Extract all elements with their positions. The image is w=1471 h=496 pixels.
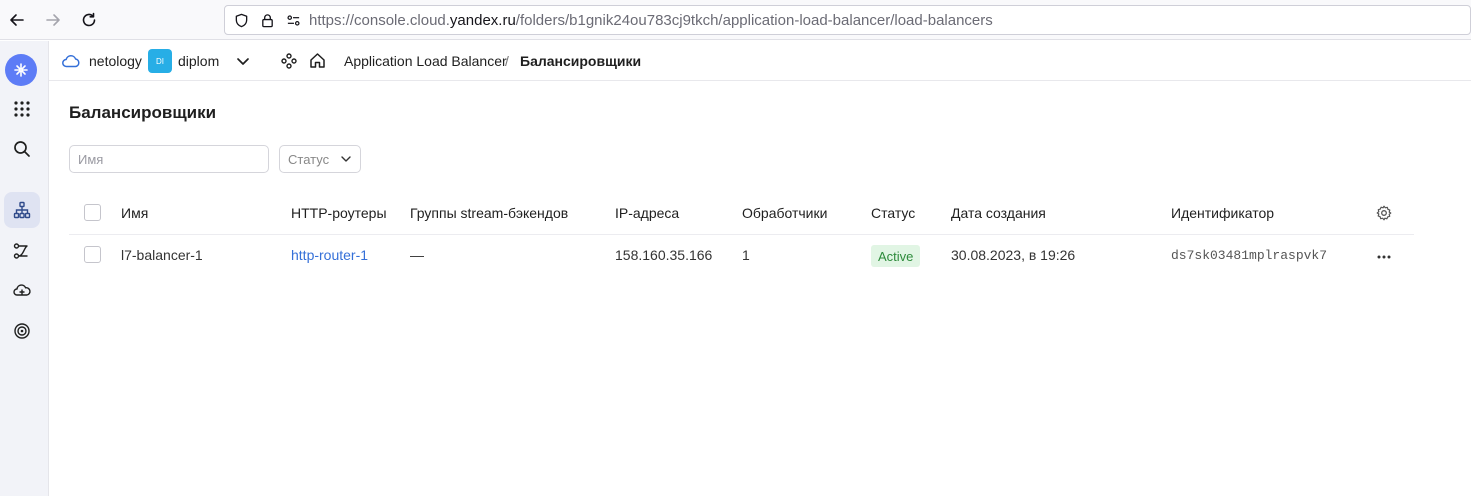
- all-services-button[interactable]: [4, 91, 40, 127]
- home-icon[interactable]: [309, 52, 326, 69]
- backends-icon: [13, 284, 31, 296]
- url-prefix: https://console.cloud.: [309, 11, 450, 29]
- cell-http-router-link[interactable]: http-router-1: [291, 247, 368, 263]
- cell-id[interactable]: ds7sk03481mplraspvk7: [1171, 248, 1327, 263]
- column-header-listeners[interactable]: Обработчики: [742, 205, 827, 221]
- folder-avatar: DI: [148, 49, 172, 73]
- permissions-icon[interactable]: [283, 10, 303, 30]
- page-title: Балансировщики: [69, 103, 217, 122]
- yandex-cloud-logo[interactable]: [5, 54, 37, 86]
- breadcrumb-service[interactable]: Application Load Balancer: [344, 53, 507, 69]
- search-icon: [14, 141, 30, 157]
- cell-ip: 158.160.35.166: [615, 247, 713, 263]
- sidebar-item-target-groups[interactable]: [4, 313, 40, 349]
- browser-toolbar: https://console.cloud.yandex.ru/folders/…: [0, 0, 1471, 40]
- sidebar-item-http-routers[interactable]: [4, 233, 40, 269]
- reload-button[interactable]: [77, 8, 101, 32]
- select-all-checkbox[interactable]: [84, 204, 101, 221]
- services-icon[interactable]: [281, 53, 297, 69]
- shield-icon[interactable]: [231, 10, 251, 30]
- console-header: netology DI diplom Application Load Bala…: [49, 41, 1471, 81]
- url-path: /folders/b1gnik24ou783cj9tkch/applicatio…: [515, 11, 993, 29]
- status-badge: Active: [871, 245, 921, 267]
- column-header-id[interactable]: Идентификатор: [1171, 205, 1274, 221]
- column-header-ip[interactable]: IP-адреса: [615, 205, 679, 221]
- target-icon: [14, 323, 30, 339]
- url-text: https://console.cloud.yandex.ru/folders/…: [309, 12, 993, 29]
- cell-created: 30.08.2023, в 19:26: [951, 247, 1076, 263]
- routers-icon: [13, 243, 28, 259]
- gear-icon[interactable]: [1376, 205, 1392, 221]
- address-bar[interactable]: https://console.cloud.yandex.ru/folders/…: [224, 5, 1471, 35]
- folder-name[interactable]: diplom: [178, 53, 219, 69]
- arrow-left-icon: [10, 14, 24, 26]
- chevron-down-icon[interactable]: [235, 53, 251, 69]
- balancer-icon: [13, 201, 31, 219]
- reload-icon: [82, 12, 96, 27]
- more-actions-icon[interactable]: [1376, 249, 1392, 265]
- column-header-name[interactable]: Имя: [121, 205, 148, 221]
- status-filter-select[interactable]: Статус: [279, 145, 361, 173]
- column-header-stream-groups[interactable]: Группы stream-бэкендов: [410, 205, 568, 221]
- cloud-icon: [62, 55, 80, 68]
- chevron-down-icon: [341, 156, 351, 162]
- column-header-http-routers[interactable]: HTTP-роутеры: [291, 205, 387, 221]
- back-button[interactable]: [5, 8, 29, 32]
- arrow-right-icon: [46, 14, 60, 26]
- status-filter-label: Статус: [288, 151, 330, 167]
- cloud-org-name[interactable]: netology: [89, 53, 142, 69]
- cell-listeners: 1: [742, 247, 750, 263]
- column-header-status[interactable]: Статус: [871, 205, 915, 221]
- cell-name[interactable]: l7-balancer-1: [121, 247, 203, 263]
- breadcrumb-separator: /: [505, 53, 509, 69]
- column-header-created[interactable]: Дата создания: [951, 205, 1046, 221]
- cloud-logo-icon: [14, 63, 28, 77]
- left-sidebar: [0, 41, 49, 496]
- forward-button[interactable]: [41, 8, 65, 32]
- search-button[interactable]: [4, 131, 40, 167]
- row-checkbox[interactable]: [84, 246, 101, 263]
- url-host: yandex.ru: [449, 11, 516, 29]
- table-header-divider: [69, 234, 1414, 235]
- cell-stream-groups: —: [410, 247, 424, 263]
- lock-icon[interactable]: [257, 10, 277, 30]
- sidebar-item-load-balancers[interactable]: [4, 192, 40, 228]
- breadcrumb-current: Балансировщики: [520, 53, 642, 69]
- sidebar-item-backend-groups[interactable]: [4, 273, 40, 309]
- grid-icon: [14, 101, 30, 117]
- name-filter-input[interactable]: [69, 145, 269, 173]
